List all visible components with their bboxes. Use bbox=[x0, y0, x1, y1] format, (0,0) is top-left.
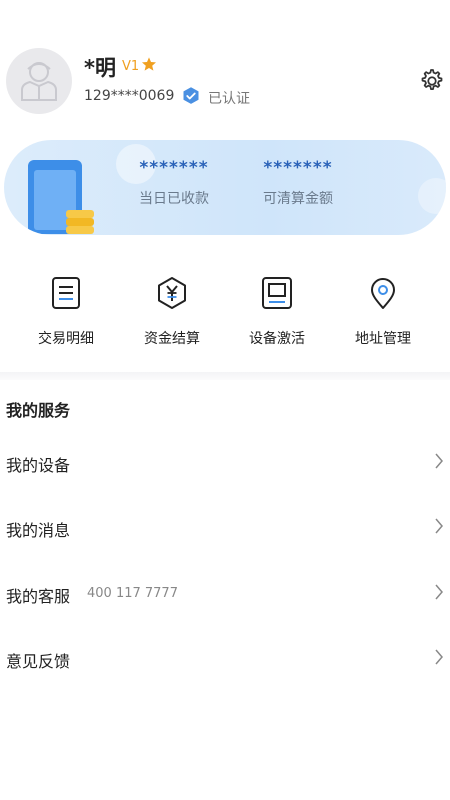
chevron-right-icon bbox=[435, 453, 443, 469]
customer-service-phone: 400 117 7777 bbox=[87, 586, 178, 601]
chevron-right-icon bbox=[435, 584, 443, 600]
today-received-value: ******* bbox=[139, 158, 209, 178]
gear-icon[interactable] bbox=[416, 66, 446, 96]
service-item-label: 意见反馈 bbox=[6, 652, 71, 671]
avatar[interactable] bbox=[6, 48, 72, 114]
user-silhouette-icon bbox=[21, 62, 57, 101]
settleable-amount-value: ******* bbox=[263, 158, 333, 178]
location-pin-icon bbox=[371, 278, 395, 309]
service-item-my-devices[interactable]: 我的设备 bbox=[0, 438, 450, 488]
service-item-label: 我的客服 bbox=[6, 587, 71, 606]
service-item-customer-service[interactable]: 我的客服 400 117 7777 bbox=[0, 569, 450, 619]
action-device-activation[interactable]: 设备激活 bbox=[232, 276, 322, 348]
verified-badge-icon bbox=[183, 87, 199, 104]
earnings-summary-card[interactable]: ******* 当日已收款 ******* 可清算金额 bbox=[4, 140, 446, 235]
today-received-label: 当日已收款 bbox=[139, 191, 209, 207]
action-label: 地址管理 bbox=[355, 331, 411, 347]
transaction-list-icon bbox=[52, 277, 80, 309]
service-item-label: 我的消息 bbox=[6, 521, 71, 540]
chevron-right-icon bbox=[435, 649, 443, 665]
device-activate-icon bbox=[262, 277, 292, 309]
verified-label: 已认证 bbox=[208, 91, 250, 107]
service-item-label: 我的设备 bbox=[6, 456, 71, 475]
action-label: 资金结算 bbox=[144, 331, 200, 347]
services-section-title: 我的服务 bbox=[6, 401, 71, 420]
settleable-amount-stat: ******* 可清算金额 bbox=[238, 158, 358, 208]
chevron-right-icon bbox=[435, 518, 443, 534]
star-icon bbox=[142, 57, 156, 71]
section-divider bbox=[0, 372, 450, 380]
phone-coins-illustration bbox=[28, 160, 94, 234]
today-received-stat: ******* 当日已收款 bbox=[114, 158, 234, 208]
service-item-feedback[interactable]: 意见反馈 bbox=[0, 634, 450, 684]
action-transaction-details[interactable]: 交易明细 bbox=[21, 276, 111, 348]
decorative-bubble bbox=[418, 178, 446, 214]
action-address-management[interactable]: 地址管理 bbox=[338, 276, 428, 348]
action-label: 交易明细 bbox=[38, 331, 94, 347]
settleable-amount-label: 可清算金额 bbox=[263, 191, 333, 207]
yuan-settlement-icon bbox=[158, 277, 186, 309]
action-label: 设备激活 bbox=[249, 331, 305, 347]
user-level-badge: V1 bbox=[122, 59, 140, 74]
user-name: *明 bbox=[84, 56, 116, 80]
user-phone: 129****0069 bbox=[84, 88, 175, 104]
service-item-my-messages[interactable]: 我的消息 bbox=[0, 503, 450, 553]
action-fund-settlement[interactable]: 资金结算 bbox=[127, 276, 217, 348]
